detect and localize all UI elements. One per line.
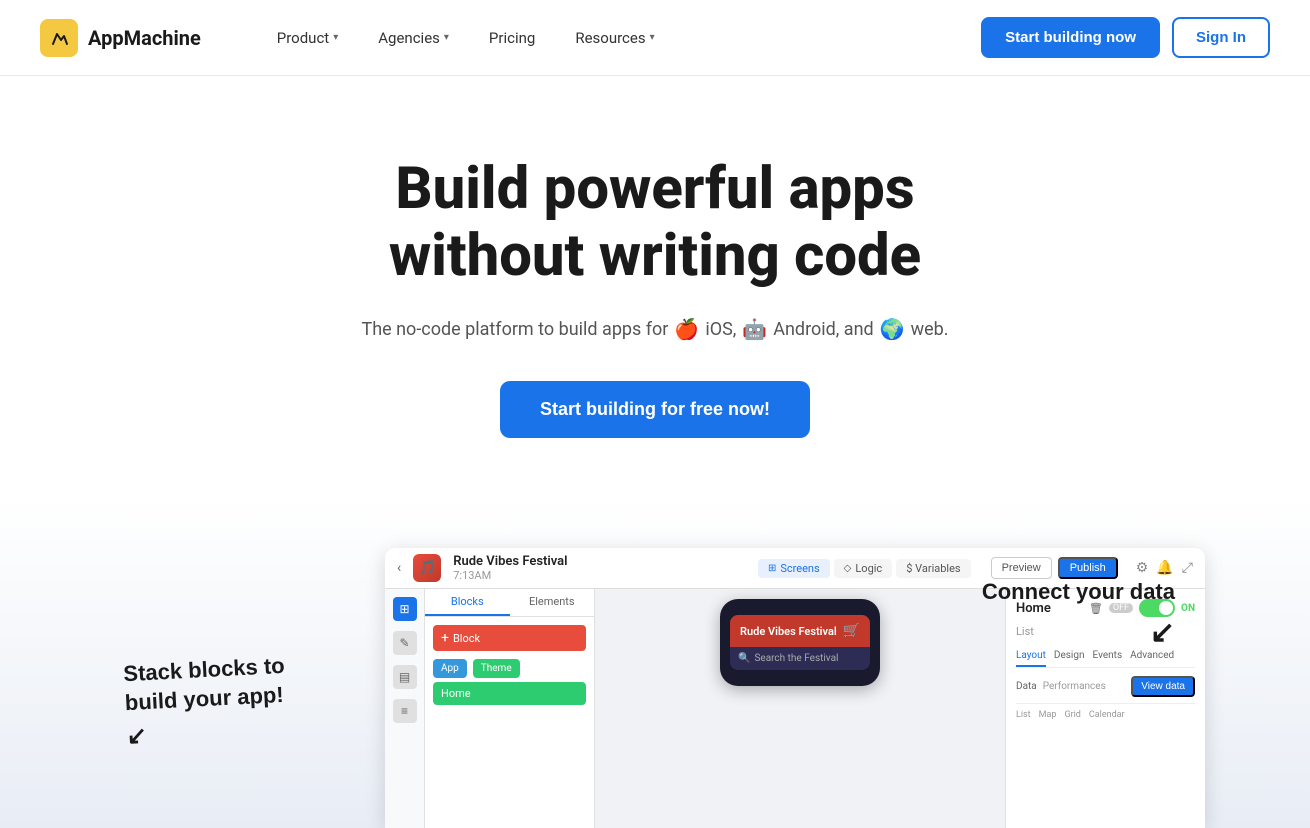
resources-chevron-icon: ▾ xyxy=(650,32,655,43)
plus-icon: + xyxy=(441,630,449,646)
theme-buttons: App Theme xyxy=(433,659,586,678)
col-list-label: List xyxy=(1016,710,1031,720)
preview-section: Stack blocks to build your app! ↙ Connec… xyxy=(0,498,1310,828)
add-block-button[interactable]: + Block xyxy=(433,625,586,651)
panel-tab-elements[interactable]: Elements xyxy=(510,589,595,616)
product-chevron-icon: ▾ xyxy=(333,32,338,43)
logic-icon: ◇ xyxy=(844,563,852,574)
tab-variables[interactable]: $ Variables xyxy=(896,559,970,578)
home-block[interactable]: Home xyxy=(433,682,586,705)
nav-resources[interactable]: Resources ▾ xyxy=(559,21,670,55)
col-map-label: Map xyxy=(1039,710,1057,720)
mockup-action-buttons: Preview Publish xyxy=(991,557,1118,579)
app-theme-button[interactable]: App xyxy=(433,659,467,678)
navbar: AppMachine Product ▾ Agencies ▾ Pricing … xyxy=(0,0,1310,76)
sidebar-screens-icon[interactable]: ⊞ xyxy=(393,597,417,621)
agencies-chevron-icon: ▾ xyxy=(444,32,449,43)
col-calendar-label: Calendar xyxy=(1089,710,1125,720)
preview-button[interactable]: Preview xyxy=(991,557,1052,579)
sidebar-nav-icon[interactable]: ≡ xyxy=(393,699,417,723)
panel-tab-blocks[interactable]: Blocks xyxy=(425,589,510,616)
publish-button[interactable]: Publish xyxy=(1058,557,1118,579)
android-emoji: 🤖 xyxy=(742,317,767,341)
cart-icon: 🛒 xyxy=(843,623,860,639)
logo-link[interactable]: AppMachine xyxy=(40,19,201,57)
mockup-blocks-panel: Blocks Elements + Block App Theme Home xyxy=(425,589,595,828)
nav-links: Product ▾ Agencies ▾ Pricing Resources ▾ xyxy=(261,21,981,55)
nav-product[interactable]: Product ▾ xyxy=(261,21,354,55)
annotation-right: Connect your data ↙ xyxy=(982,578,1175,652)
nav-agencies[interactable]: Agencies ▾ xyxy=(362,21,465,55)
web-emoji: 🌍 xyxy=(880,317,905,341)
mockup-app-info: Rude Vibes Festival 7:13AM xyxy=(453,554,567,582)
theme-button[interactable]: Theme xyxy=(473,659,520,678)
ios-emoji: 🍎 xyxy=(674,317,699,341)
arrow-down-left-icon: ↙ xyxy=(126,713,289,753)
toggle-on-label: ON xyxy=(1181,603,1195,614)
notification-icon[interactable]: 🔔 xyxy=(1156,560,1173,576)
mockup-back-button[interactable]: ‹ xyxy=(397,560,401,576)
sign-in-button[interactable]: Sign In xyxy=(1172,17,1270,58)
tab-logic[interactable]: ◇ Logic xyxy=(834,559,893,578)
screens-icon: ⊞ xyxy=(768,563,776,574)
hero-subtitle: The no-code platform to build apps for 🍎… xyxy=(20,317,1290,341)
mockup-sidebar: ⊞ ✎ ▤ ≡ xyxy=(385,589,425,828)
start-building-nav-button[interactable]: Start building now xyxy=(981,17,1160,58)
preview-annotations: Stack blocks to build your app! ↙ Connec… xyxy=(105,548,1205,828)
brand-name: AppMachine xyxy=(88,26,201,50)
mockup-canvas: Rude Vibes Festival 🛒 🔍 Search the Festi… xyxy=(595,589,1005,828)
phone-header: Rude Vibes Festival 🛒 xyxy=(730,615,870,647)
annotation-left: Stack blocks to build your app! ↙ xyxy=(123,652,289,753)
right-panel-table-header: List Map Grid Calendar xyxy=(1016,703,1195,720)
data-row: Data Performances View data xyxy=(1016,676,1195,697)
panel-tabs: Blocks Elements xyxy=(425,589,594,617)
tab-screens[interactable]: ⊞ Screens xyxy=(758,559,830,578)
logo-icon xyxy=(40,19,78,57)
phone-search-bar[interactable]: 🔍 Search the Festival xyxy=(730,647,870,670)
mockup-app-icon: 🎵 xyxy=(413,554,441,582)
nav-actions: Start building now Sign In xyxy=(981,17,1270,58)
hero-section: Build powerful apps without writing code… xyxy=(0,76,1310,498)
nav-pricing[interactable]: Pricing xyxy=(473,21,551,55)
hero-title: Build powerful apps without writing code xyxy=(20,156,1290,289)
settings-icon[interactable]: ⚙ xyxy=(1136,560,1149,576)
mockup-action-icons: ⚙ 🔔 ⤢ xyxy=(1136,560,1193,576)
sidebar-edit-icon[interactable]: ✎ xyxy=(393,631,417,655)
view-data-button[interactable]: View data xyxy=(1131,676,1195,697)
sidebar-layout-icon[interactable]: ▤ xyxy=(393,665,417,689)
col-grid-label: Grid xyxy=(1064,710,1080,720)
mockup-tabs: ⊞ Screens ◇ Logic $ Variables xyxy=(758,559,971,578)
phone-mockup: Rude Vibes Festival 🛒 🔍 Search the Festi… xyxy=(720,599,880,686)
search-icon: 🔍 xyxy=(738,653,750,664)
expand-icon[interactable]: ⤢ xyxy=(1182,560,1193,576)
start-building-cta-button[interactable]: Start building for free now! xyxy=(500,381,810,438)
